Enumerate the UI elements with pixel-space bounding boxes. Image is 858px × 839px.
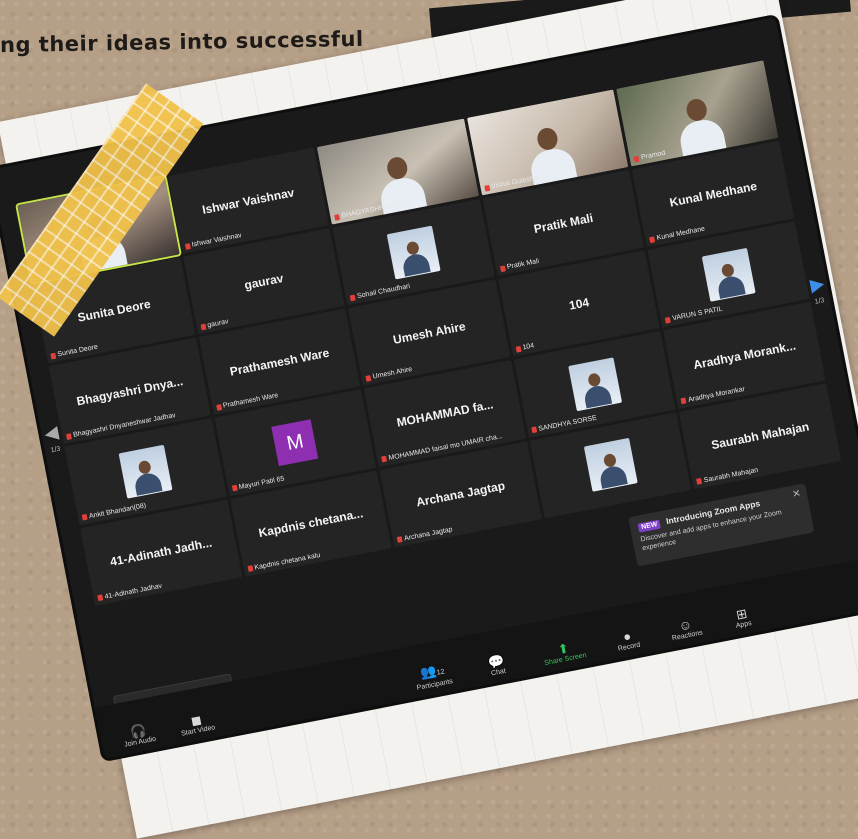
- muted-mic-icon: [381, 455, 388, 463]
- participant-display-name: Kunal Medhane: [668, 178, 759, 210]
- participant-label-text: Kapdnis chetana kalu: [253, 551, 321, 572]
- muted-mic-icon: [483, 184, 491, 192]
- reactions-button[interactable]: ☺ Reactions: [669, 615, 704, 643]
- record-label: Record: [617, 641, 641, 653]
- page-indicator-left: 1/3: [50, 445, 62, 455]
- participant-label-text: 41-Adinath Jadhav: [104, 582, 163, 601]
- avatar: M: [271, 419, 319, 467]
- page-indicator-right: 1/3: [814, 297, 826, 306]
- participant-display-name: Prathamesh Ware: [228, 345, 331, 379]
- person-silhouette: [399, 239, 431, 277]
- profile-picture: [583, 438, 638, 493]
- person-silhouette: [714, 261, 746, 299]
- muted-mic-icon: [184, 242, 191, 250]
- participant-display-name: 104: [567, 295, 591, 313]
- participant-name-label: Pratik Mali: [499, 258, 540, 273]
- prev-page-arrow-icon[interactable]: ◀: [42, 417, 61, 449]
- muted-mic-icon: [365, 375, 372, 382]
- muted-mic-icon: [515, 345, 522, 353]
- participant-name-label: Kapdnis chetana kalu: [247, 552, 321, 573]
- muted-mic-icon: [680, 397, 687, 405]
- muted-mic-icon: [665, 316, 672, 324]
- participants-button[interactable]: 👥12 Participants: [413, 660, 453, 692]
- participant-name-label: 104: [515, 343, 535, 353]
- chat-label: Chat: [490, 667, 507, 678]
- muted-mic-icon: [499, 265, 506, 273]
- apps-button[interactable]: ⊞ Apps: [732, 605, 752, 630]
- muted-mic-icon: [50, 352, 57, 360]
- muted-mic-icon: [65, 433, 72, 441]
- participant-display-name: Kapdnis chetana...: [257, 506, 365, 541]
- muted-mic-icon: [649, 236, 656, 243]
- person-silhouette: [673, 95, 726, 156]
- share-screen-button[interactable]: ⬆ Share Screen: [541, 637, 587, 667]
- popup-close-icon[interactable]: ✕: [791, 488, 801, 500]
- participants-count: 12: [436, 668, 446, 677]
- record-button[interactable]: ● Record: [615, 627, 641, 653]
- profile-picture: [701, 247, 756, 302]
- participant-display-name: Pratik Mali: [532, 210, 595, 236]
- muted-mic-icon: [396, 536, 403, 544]
- participant-display-name: MOHAMMAD fa...: [395, 397, 495, 430]
- record-icon: ●: [621, 628, 633, 645]
- muted-mic-icon: [97, 594, 104, 602]
- profile-picture: [386, 225, 441, 280]
- person-silhouette: [580, 371, 612, 409]
- person-silhouette: [131, 459, 163, 497]
- join-audio-button[interactable]: 🎧 Join Audio: [121, 721, 157, 749]
- muted-mic-icon: [633, 155, 640, 163]
- muted-mic-icon: [81, 513, 88, 521]
- participant-label-text: Pratik Mali: [506, 258, 540, 272]
- profile-picture: [567, 357, 622, 412]
- start-video-label: Start Video: [180, 724, 216, 738]
- page-headline: ng their ideas into successful: [0, 26, 364, 58]
- participant-display-name: Umesh Ahire: [391, 319, 467, 347]
- participant-label-text: gaurav: [206, 318, 230, 330]
- muted-mic-icon: [215, 404, 222, 411]
- participant-name-label: 41-Adinath Jadhav: [97, 583, 163, 602]
- apps-label: Apps: [735, 619, 753, 630]
- participant-label-text: Sunita Deore: [57, 343, 99, 359]
- participant-name-label: gaurav: [200, 319, 229, 331]
- muted-mic-icon: [231, 484, 238, 492]
- new-badge: NEW: [637, 519, 662, 533]
- participant-display-name: gaurav: [243, 270, 285, 293]
- muted-mic-icon: [696, 478, 703, 485]
- join-audio-label: Join Audio: [123, 735, 157, 749]
- person-silhouette: [596, 452, 628, 490]
- participant-display-name: 41-Adinath Jadh...: [108, 535, 214, 570]
- participant-display-name: Aradhya Morank...: [692, 338, 797, 373]
- participant-name-label: Archana Jagtap: [396, 526, 454, 544]
- participant-label-text: Mayuri Patil 65: [238, 475, 285, 491]
- muted-mic-icon: [531, 426, 538, 434]
- next-page-arrow-icon[interactable]: ▶: [807, 268, 826, 300]
- muted-mic-icon: [334, 213, 341, 221]
- muted-mic-icon: [200, 323, 207, 331]
- participant-label-text: 104: [522, 342, 535, 352]
- participant-label-text: Saurabh Mahajan: [703, 466, 759, 485]
- participant-display-name: Archana Jagtap: [415, 478, 507, 510]
- muted-mic-icon: [247, 565, 254, 573]
- participant-name-label: Saurabh Mahajan: [696, 466, 759, 486]
- participant-label-text: Archana Jagtap: [403, 526, 454, 543]
- profile-picture: [118, 444, 173, 499]
- participant-display-name: Ishwar Vaishnav: [200, 184, 296, 217]
- reactions-label: Reactions: [671, 629, 704, 643]
- chat-button[interactable]: 💬 Chat: [487, 653, 507, 678]
- start-video-button[interactable]: ◼ Start Video: [178, 709, 216, 738]
- participant-display-name: Bhagyashri Dnya...: [75, 373, 185, 409]
- muted-mic-icon: [349, 294, 356, 302]
- participant-display-name: Saurabh Mahajan: [710, 419, 811, 453]
- participant-display-name: Sunita Deore: [76, 296, 152, 325]
- participant-label-text: Umesh Ahire: [372, 366, 413, 382]
